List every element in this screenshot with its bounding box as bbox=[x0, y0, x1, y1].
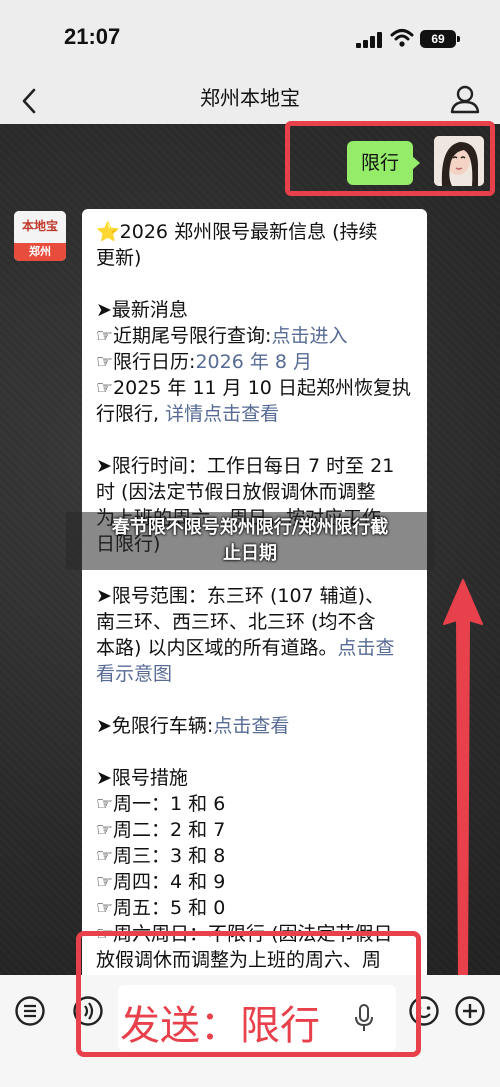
message-line: ➤最新消息 bbox=[96, 297, 415, 323]
message-text: 更新) bbox=[96, 247, 142, 269]
message-line bbox=[96, 739, 415, 765]
bot-logo-city: 郑州 bbox=[14, 243, 66, 261]
menu-icon[interactable] bbox=[14, 995, 46, 1027]
signal-icon bbox=[356, 32, 384, 48]
star-icon: ⭐ bbox=[96, 221, 120, 243]
message-line: ➤免限行车辆:点击查看 bbox=[96, 713, 415, 739]
message-text: ☞周一：1 和 6 bbox=[96, 793, 226, 815]
message-text: ☞周四：4 和 9 bbox=[96, 871, 226, 893]
status-time: 21:07 bbox=[64, 24, 121, 49]
overlay-title: 春节限不限号郑州限行/郑州限行截 止日期 bbox=[66, 515, 434, 567]
message-line bbox=[96, 271, 415, 297]
message-text: ☞近期尾号限行查询: bbox=[96, 325, 272, 347]
message-link[interactable]: 点击查 bbox=[337, 637, 394, 659]
message-line: ☞2025 年 11 月 10 日起郑州恢复执 bbox=[96, 375, 415, 401]
message-line: ☞限行日历:2026 年 8 月 bbox=[96, 349, 415, 375]
message-line: 更新) bbox=[96, 245, 415, 271]
message-line: ➤限号措施 bbox=[96, 765, 415, 791]
profile-icon[interactable] bbox=[448, 82, 482, 116]
message-link[interactable]: 2026 年 8 月 bbox=[195, 351, 312, 373]
message-text: ☞周五：5 和 0 bbox=[96, 897, 226, 919]
message-line bbox=[96, 427, 415, 453]
message-text: ➤最新消息 bbox=[96, 299, 188, 321]
message-text: ➤限号范围：东三环 (107 辅道)、 bbox=[96, 585, 385, 607]
message-text: ☞周三：3 和 8 bbox=[96, 845, 226, 867]
message-text: ➤限行时间：工作日每日 7 时至 21 bbox=[96, 455, 395, 477]
message-link[interactable]: 点击查看 bbox=[213, 715, 289, 737]
message-line: 行限行, 详情点击查看 bbox=[96, 401, 415, 427]
message-line: ☞周五：5 和 0 bbox=[96, 895, 415, 921]
chat-title: 郑州本地宝 bbox=[200, 86, 300, 110]
nav-bar: 郑州本地宝 bbox=[0, 80, 500, 124]
message-link[interactable]: 看示意图 bbox=[96, 663, 172, 685]
message-text: ➤限号措施 bbox=[96, 767, 188, 789]
message-line: ➤限行时间：工作日每日 7 时至 21 bbox=[96, 453, 415, 479]
message-text: ☞限行日历: bbox=[96, 351, 196, 373]
bot-avatar[interactable]: 本地宝 郑州 bbox=[14, 211, 66, 261]
bot-logo-text: 本地宝 bbox=[14, 211, 66, 243]
message-text: 本路) 以内区域的所有道路。 bbox=[96, 637, 338, 659]
add-icon[interactable] bbox=[454, 995, 486, 1027]
battery-icon: 69 bbox=[420, 30, 460, 48]
message-text: 时 (因法定节假日放假调休而调整 bbox=[96, 481, 376, 503]
message-line: 本路) 以内区域的所有道路。点击查 bbox=[96, 635, 415, 661]
message-content: ⭐2026 郑州限号最新信息 (持续 更新) ➤最新消息 ☞近期尾号限行查询:点击进入… bbox=[96, 219, 415, 973]
message-line: ☞周一：1 和 6 bbox=[96, 791, 415, 817]
message-line: 南三环、西三环、北三环 (均不含 bbox=[96, 609, 415, 635]
message-link[interactable]: 点击进入 bbox=[271, 325, 347, 347]
message-line: ☞周四：4 和 9 bbox=[96, 869, 415, 895]
message-line bbox=[96, 687, 415, 713]
message-text: ☞2025 年 11 月 10 日起郑州恢复执 bbox=[96, 377, 411, 399]
overlay-title-line-1: 春节限不限号郑州限行/郑州限行截 bbox=[111, 517, 389, 538]
message-line: ☞周二：2 和 7 bbox=[96, 817, 415, 843]
message-line: 看示意图 bbox=[96, 661, 415, 687]
message-line: ☞周三：3 和 8 bbox=[96, 843, 415, 869]
message-text: 2026 郑州限号最新信息 (持续 bbox=[119, 221, 378, 243]
message-text: ➤免限行车辆: bbox=[96, 715, 214, 737]
message-line: ☞近期尾号限行查询:点击进入 bbox=[96, 323, 415, 349]
message-line: 时 (因法定节假日放假调休而调整 bbox=[96, 479, 415, 505]
status-bar: 21:07 69 bbox=[0, 0, 500, 80]
message-text: ☞周二：2 和 7 bbox=[96, 819, 226, 841]
bot-message-bubble[interactable]: ⭐2026 郑州限号最新信息 (持续 更新) ➤最新消息 ☞近期尾号限行查询:点击进入… bbox=[82, 209, 427, 989]
message-text: 南三环、西三环、北三环 (均不含 bbox=[96, 611, 376, 633]
message-text: 行限行, bbox=[96, 403, 166, 425]
scroll-up-arrow-annotation bbox=[443, 579, 483, 979]
message-link[interactable]: 详情点击查看 bbox=[165, 403, 279, 425]
wifi-icon bbox=[390, 29, 414, 47]
highlight-box-outgoing bbox=[285, 121, 495, 196]
message-line: ➤限号范围：东三环 (107 辅道)、 bbox=[96, 583, 415, 609]
overlay-title-line-2: 止日期 bbox=[223, 543, 277, 564]
highlight-box-input bbox=[76, 931, 421, 1057]
message-line: ⭐2026 郑州限号最新信息 (持续 bbox=[96, 219, 415, 245]
